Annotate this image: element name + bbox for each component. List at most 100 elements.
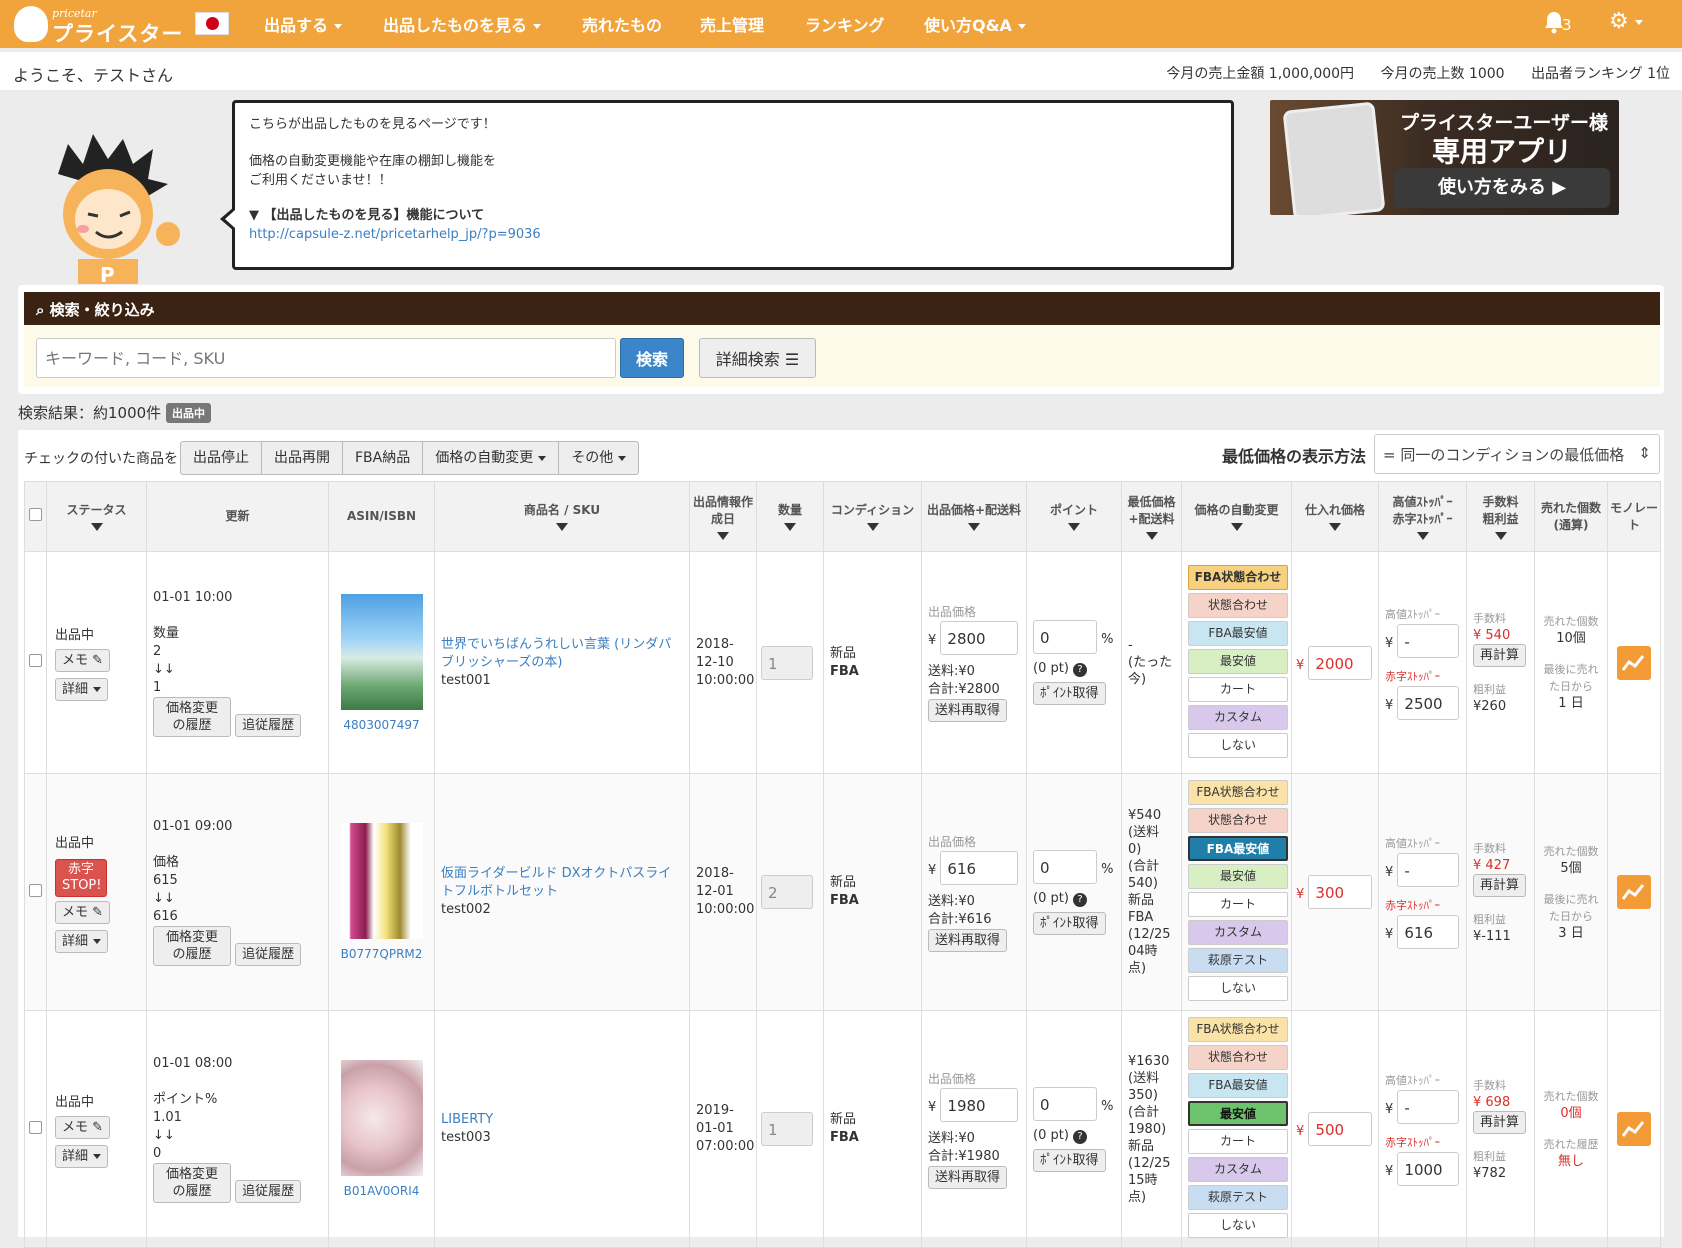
sort-icon[interactable] bbox=[1230, 523, 1243, 531]
auto-option[interactable]: しない bbox=[1188, 732, 1288, 758]
help-icon[interactable]: ? bbox=[1073, 892, 1088, 907]
auto-option[interactable]: FBA状態合わせ bbox=[1188, 1017, 1288, 1042]
recalc-button[interactable]: 再計算 bbox=[1473, 1110, 1527, 1134]
get-point-button[interactable]: ﾎﾟｲﾝﾄ取得 bbox=[1033, 682, 1106, 705]
auto-option[interactable]: FBA最安値 bbox=[1188, 620, 1288, 646]
sort-icon[interactable] bbox=[717, 531, 729, 540]
point-input[interactable]: 0 bbox=[1033, 1086, 1097, 1121]
header-name[interactable]: 商品名 / SKU bbox=[434, 481, 690, 552]
detail-button[interactable]: 詳細 bbox=[55, 1144, 109, 1168]
header-created[interactable]: 出品情報作成日 bbox=[689, 481, 757, 552]
header-checkbox[interactable] bbox=[24, 481, 47, 552]
nav-item-list[interactable]: 出品する bbox=[264, 12, 343, 36]
sort-icon[interactable] bbox=[90, 523, 103, 531]
row-checkbox-cell[interactable] bbox=[24, 551, 47, 774]
price-history-button[interactable]: 価格変更の履歴 bbox=[153, 1163, 231, 1203]
cost-input[interactable]: 500 bbox=[1308, 1112, 1373, 1146]
gear-icon[interactable]: ⚙ bbox=[1609, 10, 1643, 34]
product-image[interactable] bbox=[340, 1060, 423, 1176]
app-banner[interactable]: プライスターユーザー様 専用アプリ 使い方をみる ▶ bbox=[1270, 100, 1619, 215]
min-price-select[interactable]: = 同一のコンディションの最低価格 ⇕ bbox=[1374, 434, 1660, 474]
auto-option[interactable]: しない bbox=[1188, 976, 1288, 1001]
stopper-low-input[interactable]: 1000 bbox=[1397, 1152, 1460, 1186]
header-status[interactable]: ステータス bbox=[46, 481, 147, 552]
search-input[interactable] bbox=[36, 338, 616, 378]
refetch-shipping-button[interactable]: 送料再取得 bbox=[928, 699, 1008, 722]
japan-flag-icon[interactable] bbox=[195, 12, 229, 35]
sort-icon[interactable] bbox=[1494, 531, 1507, 540]
auto-option[interactable]: カスタム bbox=[1188, 704, 1288, 730]
auto-option[interactable]: 状態合わせ bbox=[1188, 808, 1288, 833]
recalc-button[interactable]: 再計算 bbox=[1473, 873, 1527, 897]
header-fee[interactable]: 手数料 粗利益 bbox=[1466, 481, 1535, 552]
cost-input[interactable]: 2000 bbox=[1308, 645, 1373, 680]
auto-option[interactable]: しない bbox=[1188, 1213, 1288, 1238]
qty-input[interactable]: 2 bbox=[761, 875, 813, 909]
select-all-checkbox[interactable] bbox=[29, 507, 42, 521]
price-history-button[interactable]: 価格変更の履歴 bbox=[153, 926, 231, 966]
header-stopper[interactable]: 高値ｽﾄｯﾊﾟｰ 赤字ｽﾄｯﾊﾟｰ bbox=[1378, 481, 1467, 552]
product-image[interactable] bbox=[340, 823, 423, 939]
help-icon[interactable]: ? bbox=[1073, 1129, 1088, 1144]
header-qty[interactable]: 数量 bbox=[756, 481, 824, 552]
banner-howto-button[interactable]: 使い方をみる ▶ bbox=[1394, 168, 1610, 208]
point-input[interactable]: 0 bbox=[1033, 620, 1097, 654]
product-image[interactable] bbox=[340, 593, 423, 710]
auto-option[interactable]: 萩原テスト bbox=[1188, 1185, 1288, 1210]
auto-option[interactable]: カート bbox=[1188, 1129, 1288, 1154]
memo-button[interactable]: メモ ✎ bbox=[55, 900, 111, 924]
sort-icon[interactable] bbox=[968, 523, 980, 531]
auto-option[interactable]: 最安値 bbox=[1188, 648, 1288, 674]
auto-option[interactable]: 最安値 bbox=[1188, 1101, 1288, 1126]
auto-option[interactable]: カート bbox=[1188, 676, 1288, 702]
cost-input[interactable]: 300 bbox=[1308, 875, 1373, 909]
header-price[interactable]: 出品価格+配送料 bbox=[921, 481, 1027, 552]
price-input[interactable]: 1980 bbox=[940, 1087, 1019, 1122]
sort-icon[interactable] bbox=[556, 523, 568, 531]
refetch-shipping-button[interactable]: 送料再取得 bbox=[928, 1165, 1008, 1189]
nav-item-ranking[interactable]: ランキング bbox=[805, 12, 885, 36]
nav-item-help[interactable]: 使い方Q&A bbox=[924, 12, 1026, 36]
row-checkbox[interactable] bbox=[29, 1120, 42, 1134]
price-input[interactable]: 616 bbox=[940, 850, 1019, 885]
auto-option[interactable]: カート bbox=[1188, 892, 1288, 917]
auto-option[interactable]: カスタム bbox=[1188, 920, 1288, 945]
follow-history-button[interactable]: 追従履歴 bbox=[235, 943, 302, 966]
sort-icon[interactable] bbox=[784, 523, 796, 531]
nav-item-sold[interactable]: 売れたもの bbox=[582, 12, 662, 36]
get-point-button[interactable]: ﾎﾟｲﾝﾄ取得 bbox=[1033, 911, 1106, 935]
follow-history-button[interactable]: 追従履歴 bbox=[235, 1180, 302, 1203]
memo-button[interactable]: メモ ✎ bbox=[55, 649, 111, 672]
product-title-link[interactable]: LIBERTY bbox=[441, 1111, 683, 1129]
product-title-link[interactable]: 仮面ライダービルド DXオクトパスライトフルボトルセット bbox=[441, 865, 683, 901]
header-cost[interactable]: 仕入れ価格 bbox=[1291, 481, 1379, 552]
header-condition[interactable]: コンディション bbox=[823, 481, 922, 552]
asin-link[interactable]: B0777QPRM2 bbox=[329, 947, 434, 961]
row-checkbox-cell[interactable] bbox=[24, 773, 47, 1011]
stopper-low-input[interactable]: 616 bbox=[1397, 915, 1460, 949]
qty-input[interactable]: 1 bbox=[761, 1112, 813, 1146]
auto-option[interactable]: 萩原テスト bbox=[1188, 948, 1288, 973]
auto-option[interactable]: 状態合わせ bbox=[1188, 592, 1288, 618]
header-auto[interactable]: 価格の自動変更 bbox=[1181, 481, 1292, 552]
monorate-chart-icon[interactable] bbox=[1617, 645, 1651, 680]
auto-option[interactable]: 最安値 bbox=[1188, 864, 1288, 889]
logo[interactable]: pricetar プライスター bbox=[14, 4, 189, 46]
monorate-chart-icon[interactable] bbox=[1617, 875, 1651, 909]
asin-link[interactable]: 4803007497 bbox=[329, 718, 434, 732]
memo-button[interactable]: メモ ✎ bbox=[55, 1115, 111, 1139]
auto-option[interactable]: カスタム bbox=[1188, 1157, 1288, 1182]
resume-listing-button[interactable]: 出品再開 bbox=[261, 441, 343, 475]
sort-icon[interactable] bbox=[1068, 523, 1080, 531]
help-link[interactable]: http://capsule-z.net/pricetarhelp_jp/?p=… bbox=[249, 227, 541, 242]
point-input[interactable]: 0 bbox=[1033, 849, 1097, 884]
price-history-button[interactable]: 価格変更の履歴 bbox=[153, 696, 231, 737]
advanced-search-button[interactable]: 詳細検索 ☰ bbox=[699, 338, 816, 378]
stopper-high-input[interactable]: - bbox=[1397, 623, 1460, 658]
fba-delivery-button[interactable]: FBA納品 bbox=[342, 441, 424, 475]
row-checkbox[interactable] bbox=[29, 883, 42, 897]
sort-icon[interactable] bbox=[1416, 531, 1429, 540]
price-input[interactable]: 2800 bbox=[940, 621, 1019, 655]
nav-item-sales[interactable]: 売上管理 bbox=[700, 12, 764, 36]
stopper-high-input[interactable]: - bbox=[1397, 853, 1460, 887]
